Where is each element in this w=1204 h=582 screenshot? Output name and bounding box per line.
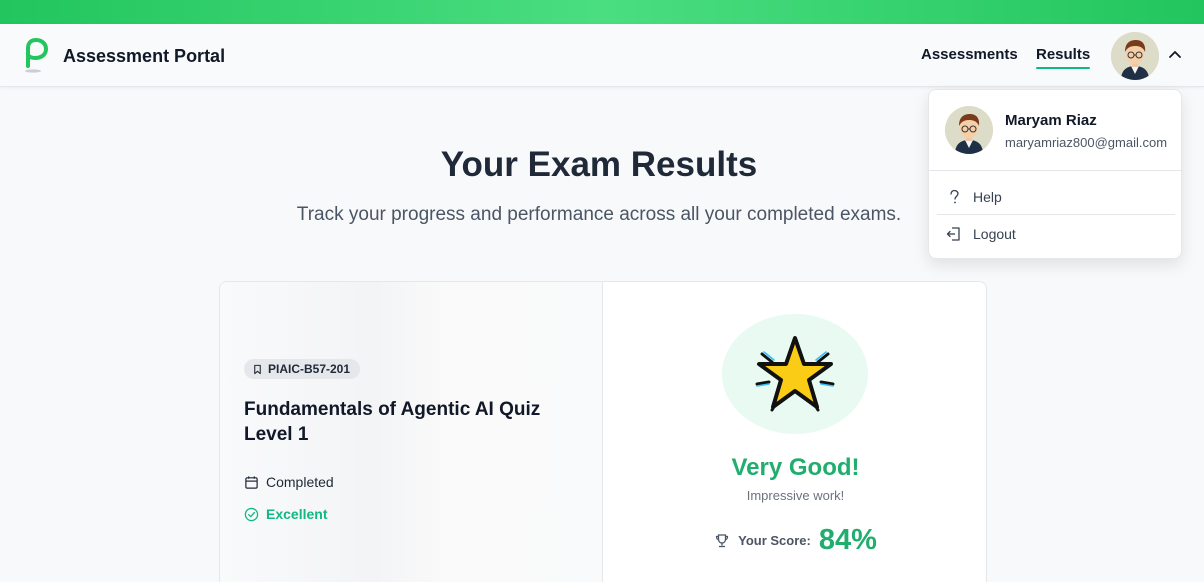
- verdict-text: Very Good!: [731, 454, 860, 481]
- logo-icon: [25, 38, 48, 73]
- app-header: Assessment Portal Assessments Results: [0, 24, 1204, 87]
- user-email: maryamriaz800@gmail.com: [1005, 135, 1168, 150]
- score-label: Your Score:: [738, 533, 811, 548]
- status-row: Completed: [244, 474, 334, 490]
- check-circle-icon: [244, 507, 259, 521]
- exam-code-badge: PIAIC-B57-201: [244, 359, 361, 379]
- nav-results[interactable]: Results: [1036, 46, 1091, 69]
- nav-assessments[interactable]: Assessments: [921, 46, 1018, 63]
- menu-item-label: Help: [973, 189, 1002, 205]
- top-accent-bar: [0, 0, 1204, 24]
- bookmark-icon: [254, 364, 261, 374]
- menu-item-label: Logout: [973, 226, 1016, 242]
- grade-row: Excellent: [244, 506, 327, 522]
- result-details: PIAIC-B57-201 Fundamentals of Agentic AI…: [220, 282, 603, 582]
- user-menu-dropdown: Maryam Riaz maryamriaz800@gmail.com Help…: [928, 89, 1183, 259]
- exam-code: PIAIC-B57-201: [268, 362, 351, 376]
- star-icon: [755, 336, 835, 412]
- chevron-up-icon[interactable]: [1166, 46, 1184, 64]
- score-value: 84%: [818, 524, 877, 556]
- question-icon: [950, 189, 959, 204]
- menu-divider: [929, 170, 1183, 171]
- quiz-title: Fundamentals of Agentic AI Quiz Level 1: [244, 399, 541, 445]
- grade-text: Excellent: [266, 506, 328, 522]
- menu-avatar: [945, 106, 993, 154]
- app-title: Assessment Portal: [63, 46, 226, 66]
- menu-divider: [937, 214, 1175, 215]
- result-card[interactable]: PIAIC-B57-201 Fundamentals of Agentic AI…: [219, 281, 987, 582]
- user-avatar[interactable]: [1111, 32, 1159, 80]
- avatar-illustration: [1111, 32, 1159, 80]
- status-text: Completed: [266, 474, 334, 490]
- trophy-icon: [716, 533, 729, 547]
- score-row: Your Score: 84%: [603, 524, 986, 557]
- result-illustration: [722, 314, 868, 434]
- menu-item-help[interactable]: Help: [945, 183, 1175, 211]
- verdict-subtext: Impressive work!: [746, 488, 845, 503]
- score-panel: Very Good! Impressive work! Your Score: …: [603, 282, 986, 582]
- menu-item-logout[interactable]: Logout: [945, 220, 1175, 248]
- calendar-icon: [245, 475, 258, 489]
- logout-icon: [946, 227, 960, 241]
- user-name: Maryam Riaz: [1005, 112, 1097, 129]
- avatar-illustration: [945, 106, 993, 154]
